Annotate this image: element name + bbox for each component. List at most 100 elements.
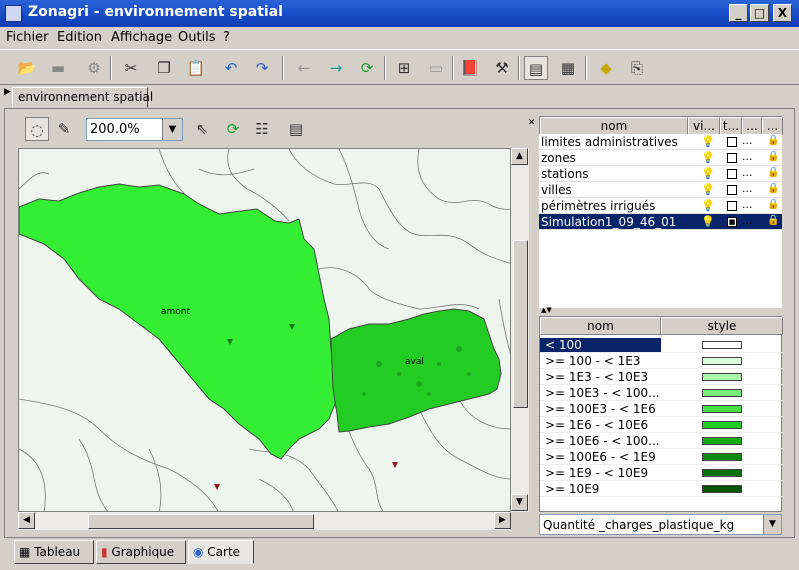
legend-icon[interactable]: ☷ <box>250 117 274 141</box>
tab-carte[interactable]: ◉ Carte <box>188 540 254 564</box>
scroll-up-icon[interactable]: ▲ <box>511 148 528 165</box>
zone-amont[interactable] <box>19 183 338 460</box>
station-marker[interactable] <box>214 484 220 490</box>
minimize-button[interactable]: _ <box>729 4 748 22</box>
visibility-bulb-icon[interactable]: 💡 <box>701 183 715 196</box>
style-row[interactable]: >= 10E3 - < 100... <box>540 385 783 401</box>
layer-checkbox[interactable] <box>727 137 737 147</box>
menu-affichage[interactable]: Affichage <box>111 30 172 45</box>
layer-row[interactable]: stations 💡... 🔒 <box>539 166 782 182</box>
layer-more[interactable]: ... <box>742 134 753 147</box>
menu-help[interactable]: ? <box>223 30 230 45</box>
lock-icon[interactable]: 🔒 <box>767 215 779 226</box>
tab-tableau[interactable]: ▦ Tableau <box>14 540 94 564</box>
style-row[interactable]: >= 100E6 - < 1E9 <box>540 449 783 465</box>
style-header-style[interactable]: style <box>661 317 783 335</box>
close-icon[interactable]: ✕ <box>528 118 536 128</box>
layer-checkbox[interactable] <box>727 169 737 179</box>
map-refresh-icon[interactable]: ⟳ <box>221 117 245 141</box>
col-header-more2[interactable]: ... <box>762 117 783 135</box>
settings-icon[interactable]: ⚒ <box>490 56 514 80</box>
pointer-select-icon[interactable]: ⇖ <box>190 117 214 141</box>
zoom-select[interactable]: 200.0% ▼ <box>86 118 183 141</box>
undo-icon[interactable]: ↶ <box>219 56 243 80</box>
table-view-icon[interactable]: ▤ <box>524 56 548 80</box>
paste-icon[interactable]: 📋 <box>184 56 208 80</box>
horizontal-scroll-thumb[interactable] <box>88 514 314 529</box>
print-icon[interactable]: ⚙ <box>82 56 106 80</box>
style-row[interactable]: >= 1E6 - < 10E6 <box>540 417 783 433</box>
warning-icon[interactable]: ◆ <box>594 56 618 80</box>
visibility-bulb-icon[interactable]: 💡 <box>701 167 715 180</box>
zone-aval[interactable] <box>330 308 502 433</box>
layer-row[interactable]: Simulation1_09_46_01 💡 ■... 🔒 <box>539 214 782 230</box>
lock-icon[interactable]: 🔒 <box>767 199 779 210</box>
chevron-down-icon[interactable]: ▼ <box>763 515 781 534</box>
scroll-left-icon[interactable]: ◀ <box>18 512 35 529</box>
layer-checkbox[interactable] <box>727 185 737 195</box>
export-icon[interactable]: ⎘ <box>625 56 649 80</box>
lock-icon[interactable]: 🔒 <box>767 135 779 146</box>
back-arrow-icon[interactable]: ← <box>292 56 316 80</box>
style-row[interactable]: >= 1E3 - < 10E3 <box>540 369 783 385</box>
chevron-down-icon[interactable]: ▼ <box>162 119 182 140</box>
save-icon[interactable]: ▬ <box>46 56 70 80</box>
menu-edition[interactable]: Edition <box>57 30 102 45</box>
scroll-down-icon[interactable]: ▼ <box>511 494 528 511</box>
layer-more[interactable]: ... <box>742 182 753 195</box>
layer-row[interactable]: villes 💡... 🔒 <box>539 182 782 198</box>
scroll-right-icon[interactable]: ▶ <box>494 512 511 529</box>
style-row[interactable]: >= 100 - < 1E3 <box>540 353 783 369</box>
layer-more[interactable]: ... <box>742 166 753 179</box>
vertical-scroll-thumb[interactable] <box>513 240 528 408</box>
style-header-nom[interactable]: nom <box>540 317 661 335</box>
grid-view-icon[interactable]: ▦ <box>556 56 580 80</box>
map-canvas[interactable]: amont aval <box>18 148 511 512</box>
style-row[interactable]: >= 1E9 - < 10E9 <box>540 465 783 481</box>
tab-graphique[interactable]: ▮ Graphique <box>96 540 186 564</box>
lock-icon[interactable]: 🔒 <box>767 151 779 162</box>
col-header-visible[interactable]: vi... <box>688 117 720 135</box>
layer-more[interactable]: ... <box>742 150 753 163</box>
visibility-bulb-icon[interactable]: 💡 <box>701 151 715 164</box>
visibility-bulb-icon[interactable]: 💡 <box>701 215 715 228</box>
style-row[interactable]: >= 10E9 <box>540 481 783 497</box>
lock-icon[interactable]: 🔒 <box>767 183 779 194</box>
visibility-bulb-icon[interactable]: 💡 <box>701 135 715 148</box>
panel-splitter[interactable] <box>539 308 782 316</box>
col-header-more1[interactable]: ... <box>742 117 762 135</box>
forward-arrow-icon[interactable]: → <box>324 56 348 80</box>
splitter-arrows-icon[interactable]: ▲▼ <box>541 306 552 314</box>
quantity-select[interactable]: Quantité _charges_plastique_kg ▼ <box>539 514 782 535</box>
copy-icon[interactable]: ❐ <box>152 56 176 80</box>
style-row[interactable]: >= 100E3 - < 1E6 <box>540 401 783 417</box>
cut-icon[interactable]: ✂ <box>119 56 143 80</box>
lock-icon[interactable]: 🔒 <box>767 167 779 178</box>
layer-checkbox[interactable] <box>727 153 737 163</box>
col-header-type[interactable]: t... <box>720 117 742 135</box>
edit-icon[interactable]: ✎ <box>52 117 76 141</box>
menu-fichier[interactable]: Fichier <box>6 30 49 45</box>
style-row[interactable]: < 100 <box>540 337 783 353</box>
visibility-bulb-icon[interactable]: 💡 <box>701 199 715 212</box>
add-window-icon[interactable]: ⊞ <box>392 56 416 80</box>
tab-environnement-spatial[interactable]: environnement spatial <box>12 87 153 108</box>
layer-row[interactable]: zones 💡... 🔒 <box>539 150 782 166</box>
redo-icon[interactable]: ↷ <box>250 56 274 80</box>
remove-window-icon[interactable]: ▭ <box>424 56 448 80</box>
close-button[interactable]: X <box>773 4 792 22</box>
station-marker[interactable] <box>392 462 398 468</box>
layer-checkbox[interactable] <box>727 201 737 211</box>
style-row[interactable]: >= 10E6 - < 100... <box>540 433 783 449</box>
layer-checkbox[interactable]: ■ <box>727 217 737 227</box>
layer-row[interactable]: limites administratives 💡... 🔒 <box>539 134 782 150</box>
refresh-icon[interactable]: ⟳ <box>355 56 379 80</box>
maximize-button[interactable]: □ <box>750 4 769 22</box>
layer-more[interactable]: ... <box>742 198 753 211</box>
map-table-icon[interactable]: ▤ <box>284 117 308 141</box>
layer-more[interactable]: ... <box>742 214 753 227</box>
open-icon[interactable]: 📂 <box>15 56 39 80</box>
lasso-select-icon[interactable]: ◌ <box>25 117 49 141</box>
menu-outils[interactable]: Outils <box>178 30 216 45</box>
book-icon[interactable]: 📕 <box>458 56 482 80</box>
